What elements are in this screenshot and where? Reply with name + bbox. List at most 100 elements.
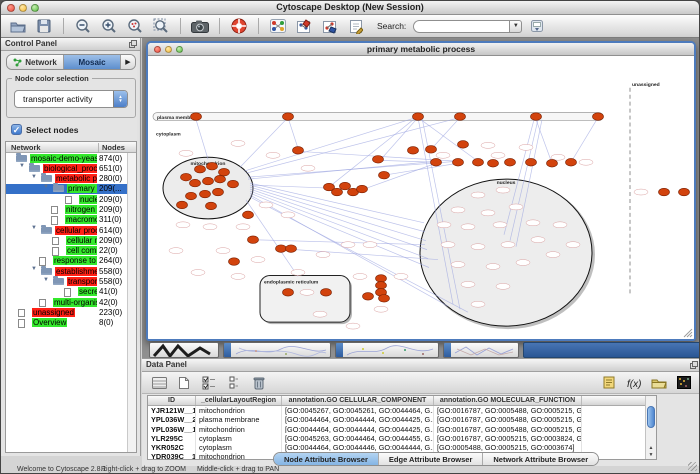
gene-label-node[interactable] [374, 306, 388, 312]
tree-col-nodes[interactable]: Nodes [98, 143, 125, 152]
gene-label-node[interactable] [471, 301, 485, 307]
import-attributes-icon[interactable] [648, 373, 670, 393]
gene-label-node[interactable] [526, 220, 540, 226]
network-edge[interactable] [378, 160, 436, 162]
attribute-row[interactable]: YPL036W__1mitochondrion[GO:0044464, GO:0… [148, 424, 656, 433]
gene-label-node[interactable] [169, 248, 183, 254]
gene-label-node[interactable] [579, 159, 593, 165]
gene-label-node[interactable] [553, 222, 567, 228]
gene-node[interactable] [413, 113, 424, 121]
network-tree-row[interactable]: cell communicat22(0) [6, 246, 127, 256]
tab-network[interactable]: Network [7, 55, 64, 69]
gene-label-node[interactable] [266, 152, 280, 158]
delete-attribute-icon[interactable] [248, 373, 270, 393]
gene-label-node[interactable] [451, 262, 465, 268]
gene-label-node[interactable] [566, 242, 580, 248]
expander-icon[interactable]: ▼ [31, 266, 37, 272]
gene-label-node[interactable] [634, 189, 648, 195]
network-tree-row[interactable]: response to stimulu264(0) [6, 256, 127, 266]
attribute-row[interactable]: YPL036W__2plasma membrane[GO:0044464, GO… [148, 415, 656, 424]
expander-icon[interactable]: ▼ [31, 225, 37, 231]
select-attributes-icon[interactable] [198, 373, 220, 393]
zoom-selected-icon[interactable] [124, 16, 146, 36]
node-color-dropdown[interactable]: transporter activity ▲▼ [14, 90, 128, 108]
gene-label-node[interactable] [300, 289, 314, 295]
gene-label-node[interactable] [481, 210, 495, 216]
float-data-panel-icon[interactable] [690, 361, 698, 371]
minimized-window-titlebar[interactable] [523, 342, 700, 358]
help-lifesaver-icon[interactable] [228, 16, 250, 36]
network-tree-row[interactable]: unassigned223(0) [6, 307, 127, 317]
gene-node[interactable] [376, 282, 387, 290]
network-tree-row[interactable]: multi-organism pro42(0) [6, 297, 127, 307]
expander-icon[interactable]: ▼ [31, 174, 37, 180]
gene-label-node[interactable] [451, 207, 465, 213]
gene-node[interactable] [332, 188, 343, 196]
configure-search-icon[interactable] [526, 16, 548, 36]
gene-label-node[interactable] [516, 260, 530, 266]
gene-label-node[interactable] [496, 283, 510, 289]
network-edge[interactable] [252, 185, 328, 188]
search-dropdown-icon[interactable]: ▼ [509, 20, 522, 33]
gene-node[interactable] [195, 165, 206, 173]
network-tree-row[interactable]: secretion41(0) [6, 287, 127, 297]
gene-node[interactable] [228, 180, 239, 188]
network-tree-row[interactable]: ▼transport558(0) [6, 277, 127, 287]
minimized-window-thumbnail[interactable] [149, 342, 219, 358]
float-panel-icon[interactable] [129, 40, 137, 50]
gene-node[interactable] [215, 175, 226, 183]
gene-node[interactable] [547, 159, 558, 167]
network-edge[interactable] [246, 118, 460, 174]
gene-node[interactable] [293, 147, 304, 155]
gene-node[interactable] [243, 211, 254, 219]
gene-node[interactable] [526, 158, 537, 166]
gene-label-node[interactable] [231, 273, 245, 279]
snapshot-icon[interactable] [189, 16, 211, 36]
network-edge[interactable] [288, 118, 298, 149]
col-molecular-function[interactable]: annotation.GO MOLECULAR_FUNCTION [434, 396, 582, 405]
expander-icon[interactable]: ▼ [43, 277, 49, 283]
gene-node[interactable] [207, 162, 218, 170]
minimized-window-thumbnail[interactable] [335, 342, 439, 358]
canvas-resize-grip[interactable] [684, 329, 692, 337]
annotation-icon[interactable] [345, 16, 367, 36]
gene-label-node[interactable] [519, 144, 533, 150]
gene-label-node[interactable] [191, 269, 205, 275]
network-edge[interactable] [571, 118, 598, 163]
network-edge[interactable] [329, 118, 416, 188]
attribute-row[interactable]: YKR052Ccytoplasm[GO:0044464, GO:0044446,… [148, 443, 656, 452]
gene-node[interactable] [473, 158, 484, 166]
gene-node[interactable] [191, 113, 202, 121]
gene-label-node[interactable] [441, 242, 455, 248]
gene-label-node[interactable] [461, 224, 475, 230]
gene-label-node[interactable] [259, 202, 273, 208]
zoom-out-icon[interactable] [72, 16, 94, 36]
gene-label-node[interactable] [313, 311, 327, 317]
gene-node[interactable] [357, 185, 368, 193]
gene-node[interactable] [203, 177, 214, 185]
gene-node[interactable] [453, 158, 464, 166]
tree-col-network[interactable]: Network [11, 143, 41, 152]
tab-overflow-arrow-icon[interactable]: ▶ [121, 55, 135, 69]
network-tree-row[interactable]: ▼metabolic process280(0) [6, 174, 127, 184]
minimized-window-thumbnail[interactable] [223, 342, 331, 358]
zoom-fit-icon[interactable] [150, 16, 172, 36]
gene-node[interactable] [593, 113, 604, 121]
gene-node[interactable] [373, 155, 384, 163]
gene-label-node[interactable] [394, 273, 408, 279]
network-window-titlebar[interactable]: primary metabolic process [148, 43, 694, 56]
gene-label-node[interactable] [251, 257, 265, 263]
network-edge[interactable] [281, 249, 438, 260]
gene-label-node[interactable] [301, 165, 315, 171]
gene-label-node[interactable] [496, 187, 510, 193]
gene-node[interactable] [531, 113, 542, 121]
gene-node[interactable] [376, 275, 387, 283]
network-tree-row[interactable]: ▼establishment of lo558(0) [6, 266, 127, 276]
gene-node[interactable] [431, 158, 442, 166]
gene-label-node[interactable] [363, 242, 377, 248]
network-canvas[interactable]: plasma membrane cytoplasm mitochondrion … [148, 56, 694, 339]
zoom-in-icon[interactable] [98, 16, 120, 36]
gene-label-node[interactable] [216, 248, 230, 254]
gene-node[interactable] [248, 236, 259, 244]
gene-node[interactable] [190, 179, 201, 187]
